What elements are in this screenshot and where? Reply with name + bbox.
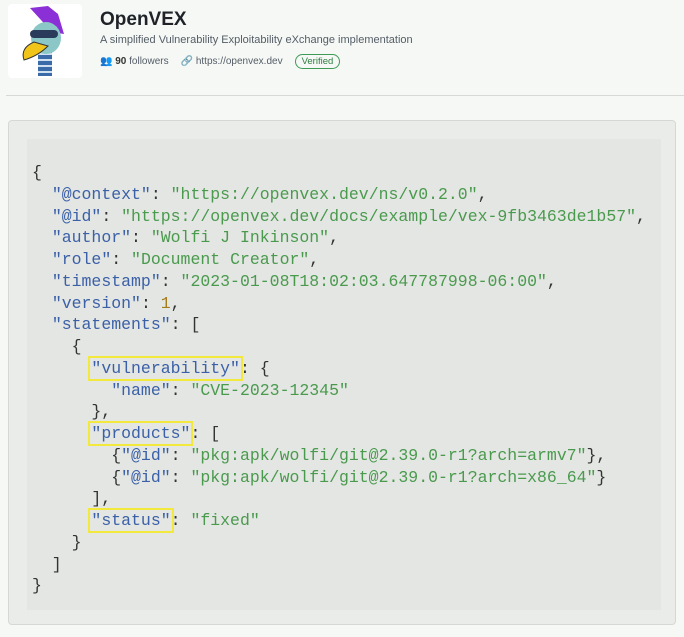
json-key: "role" <box>51 250 112 269</box>
code-line: "products": [ <box>32 421 646 446</box>
json-string: "2023-01-08T18:02:03.647787998-06:00" <box>180 271 547 291</box>
json-punct: ], <box>32 489 112 509</box>
json-punct <box>32 294 52 313</box>
code-line: { <box>32 336 646 358</box>
json-punct: { <box>32 163 42 182</box>
code-line: } <box>32 532 646 554</box>
json-key: "@id" <box>121 445 171 465</box>
link-icon: 🔗 <box>180 56 194 67</box>
json-punct: } <box>596 467 607 487</box>
json-punct: } <box>32 532 82 552</box>
org-avatar <box>8 4 82 78</box>
duck-logo-icon <box>22 6 64 76</box>
json-punct: { <box>32 445 122 465</box>
json-punct: : [ <box>170 315 201 335</box>
json-punct: : <box>170 511 191 530</box>
json-string: "CVE-2023-12345" <box>190 380 349 400</box>
json-punct: : <box>111 250 132 269</box>
json-punct: , <box>636 206 646 226</box>
json-punct <box>32 207 52 226</box>
json-punct: }, <box>32 402 112 422</box>
json-punct <box>32 250 52 269</box>
json-key: "version" <box>51 293 141 313</box>
json-punct: : <box>131 228 151 248</box>
code-line: {"@id": "pkg:apk/wolfi/git@2.39.0-r1?arc… <box>32 467 646 489</box>
header-divider <box>6 95 684 96</box>
json-punct: { <box>32 337 82 356</box>
json-number: 1 <box>160 293 171 313</box>
code-line: "version": 1, <box>32 293 646 315</box>
json-string: "Document Creator" <box>131 250 310 269</box>
code-line: "@context": "https://openvex.dev/ns/v0.2… <box>32 184 646 206</box>
json-string: "Wolfi J Inkinson" <box>150 228 330 248</box>
code-line: "timestamp": "2023-01-08T18:02:03.647787… <box>32 271 646 293</box>
json-punct <box>32 359 91 378</box>
json-punct <box>32 424 91 443</box>
code-line: {"@id": "pkg:apk/wolfi/git@2.39.0-r1?arc… <box>32 445 646 467</box>
followers-link[interactable]: 👥 90 followers <box>100 56 169 67</box>
json-punct <box>32 228 52 247</box>
json-punct: : [ <box>190 424 221 443</box>
json-punct: : <box>170 467 191 487</box>
people-icon: 👥 <box>100 56 113 67</box>
json-key: "name" <box>111 380 171 400</box>
json-punct: , <box>546 271 557 291</box>
followers-count: 90 <box>115 56 127 67</box>
json-key: "statements" <box>51 315 171 335</box>
json-key: "@id" <box>121 467 171 487</box>
json-punct: : <box>170 380 191 400</box>
code-line: "@id": "https://openvex.dev/docs/example… <box>32 206 646 228</box>
json-punct: : <box>160 271 181 291</box>
json-punct <box>32 511 91 530</box>
code-line: } <box>32 575 646 597</box>
json-punct: : { <box>239 358 270 378</box>
json-punct: ] <box>32 554 62 574</box>
verified-badge: Verified <box>294 54 341 69</box>
code-line: { <box>32 162 646 184</box>
json-punct <box>32 381 111 400</box>
code-line: ] <box>32 554 646 576</box>
code-line: "role": "Document Creator", <box>32 249 646 271</box>
json-key: "author" <box>51 228 132 248</box>
json-key: "timestamp" <box>51 271 161 291</box>
highlighted-key: "products" <box>88 421 194 446</box>
json-string: "fixed" <box>190 511 260 530</box>
json-punct: : <box>170 445 191 465</box>
followers-label: followers <box>129 56 169 67</box>
json-string: "https://openvex.dev/docs/example/vex-9f… <box>121 206 637 226</box>
org-meta: 👥 90 followers 🔗 https://openvex.dev Ver… <box>100 54 341 69</box>
json-punct: : <box>101 206 122 226</box>
json-code: { "@context": "https://openvex.dev/ns/v0… <box>32 162 646 597</box>
code-line: "status": "fixed" <box>32 508 646 533</box>
json-punct: , <box>477 184 488 204</box>
code-line: "author": "Wolfi J Inkinson", <box>32 227 646 249</box>
json-punct <box>32 315 52 334</box>
json-string: "pkg:apk/wolfi/git@2.39.0-r1?arch=armv7" <box>190 445 587 465</box>
json-key: "@context" <box>51 184 151 204</box>
json-string: "https://openvex.dev/ns/v0.2.0" <box>170 184 478 204</box>
highlighted-key: "vulnerability" <box>88 355 243 381</box>
org-name: OpenVEX <box>100 9 187 30</box>
code-line: "name": "CVE-2023-12345" <box>32 380 646 402</box>
code-line: "vulnerability": { <box>32 355 646 381</box>
json-punct: }, <box>586 445 607 465</box>
json-string: "pkg:apk/wolfi/git@2.39.0-r1?arch=x86_64… <box>190 467 597 487</box>
json-punct: , <box>309 250 320 269</box>
json-punct: : <box>140 293 161 313</box>
code-line: }, <box>32 401 646 423</box>
json-key: "@id" <box>51 206 102 226</box>
code-line: ], <box>32 488 646 510</box>
website-link[interactable]: 🔗 https://openvex.dev <box>181 56 283 67</box>
json-punct: } <box>32 576 42 596</box>
org-description: A simplified Vulnerability Exploitabilit… <box>100 34 413 46</box>
json-punct: , <box>170 293 181 313</box>
json-punct: , <box>329 228 339 248</box>
code-line: "statements": [ <box>32 314 646 336</box>
website-url: https://openvex.dev <box>195 56 283 67</box>
json-punct <box>32 185 52 204</box>
json-punct: { <box>32 467 122 487</box>
json-punct: : <box>150 184 171 204</box>
highlighted-key: "status" <box>88 508 174 533</box>
json-punct <box>32 272 52 291</box>
